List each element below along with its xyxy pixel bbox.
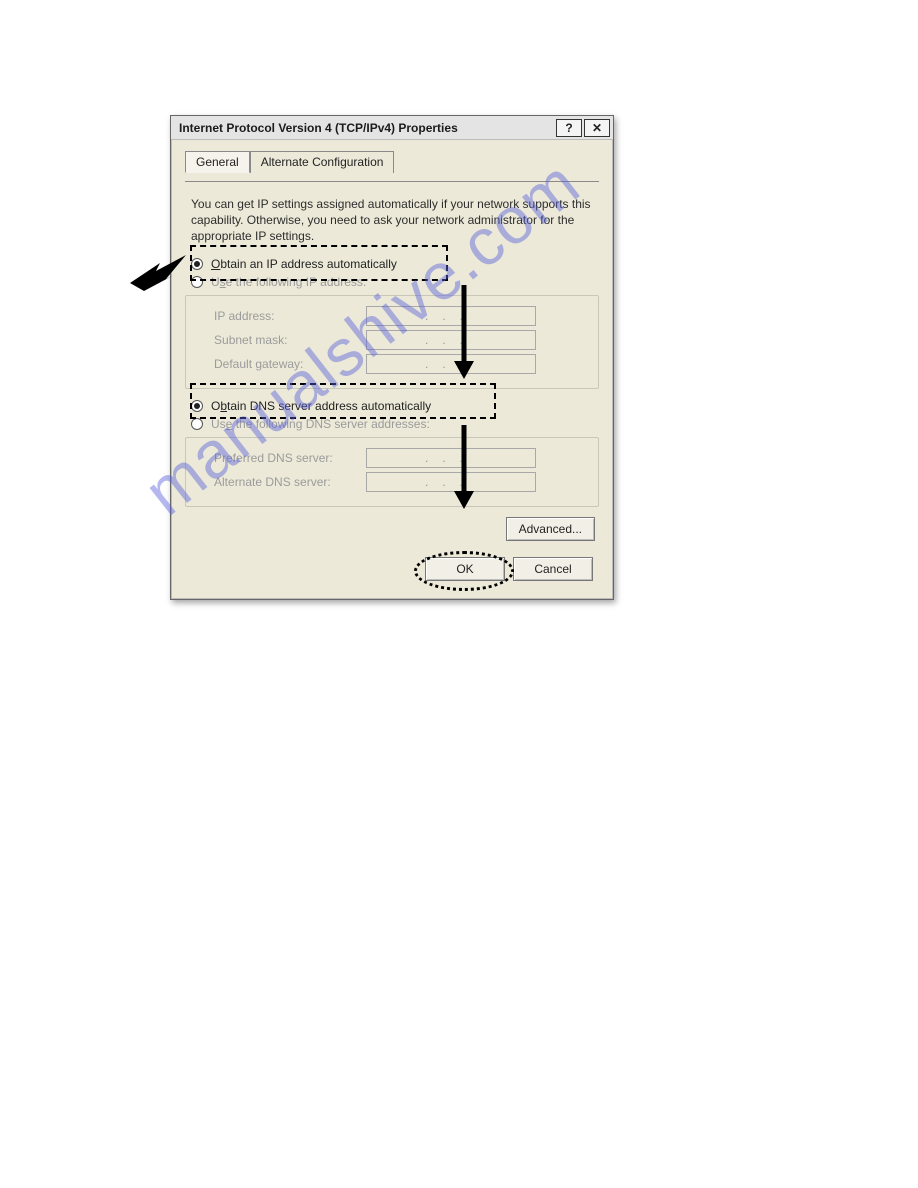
radio-ip-manual[interactable] [191, 276, 203, 288]
label-alternate-dns: Alternate DNS server: [196, 475, 366, 489]
radio-dns-auto[interactable] [191, 400, 203, 412]
label-default-gateway: Default gateway: [196, 357, 366, 371]
tab-general[interactable]: General [185, 151, 250, 173]
titlebar[interactable]: Internet Protocol Version 4 (TCP/IPv4) P… [171, 116, 613, 140]
input-preferred-dns: ... [366, 448, 536, 468]
radio-dns-manual-label: Use the following DNS server addresses: [211, 417, 430, 431]
help-button[interactable]: ? [556, 119, 582, 137]
input-alternate-dns: ... [366, 472, 536, 492]
label-ip-address: IP address: [196, 309, 366, 323]
intro-text: You can get IP settings assigned automat… [191, 196, 593, 245]
input-ip-address: ... [366, 306, 536, 326]
radio-dns-auto-label: Obtain DNS server address automatically [211, 399, 431, 413]
advanced-button[interactable]: Advanced... [506, 517, 595, 541]
input-default-gateway: ... [366, 354, 536, 374]
radio-ip-auto-label: Obtain an IP address automatically [211, 257, 397, 271]
radio-ip-auto[interactable] [191, 258, 203, 270]
label-preferred-dns: Preferred DNS server: [196, 451, 366, 465]
tab-alternate-configuration[interactable]: Alternate Configuration [250, 151, 395, 173]
ok-button[interactable]: OK [425, 557, 505, 581]
cancel-button[interactable]: Cancel [513, 557, 593, 581]
close-button[interactable]: ✕ [584, 119, 610, 137]
radio-dns-manual[interactable] [191, 418, 203, 430]
dialog-title: Internet Protocol Version 4 (TCP/IPv4) P… [179, 121, 554, 135]
tcpipv4-properties-dialog: Internet Protocol Version 4 (TCP/IPv4) P… [170, 115, 614, 600]
input-subnet-mask: ... [366, 330, 536, 350]
label-subnet-mask: Subnet mask: [196, 333, 366, 347]
radio-ip-manual-label: Use the following IP address: [211, 275, 366, 289]
